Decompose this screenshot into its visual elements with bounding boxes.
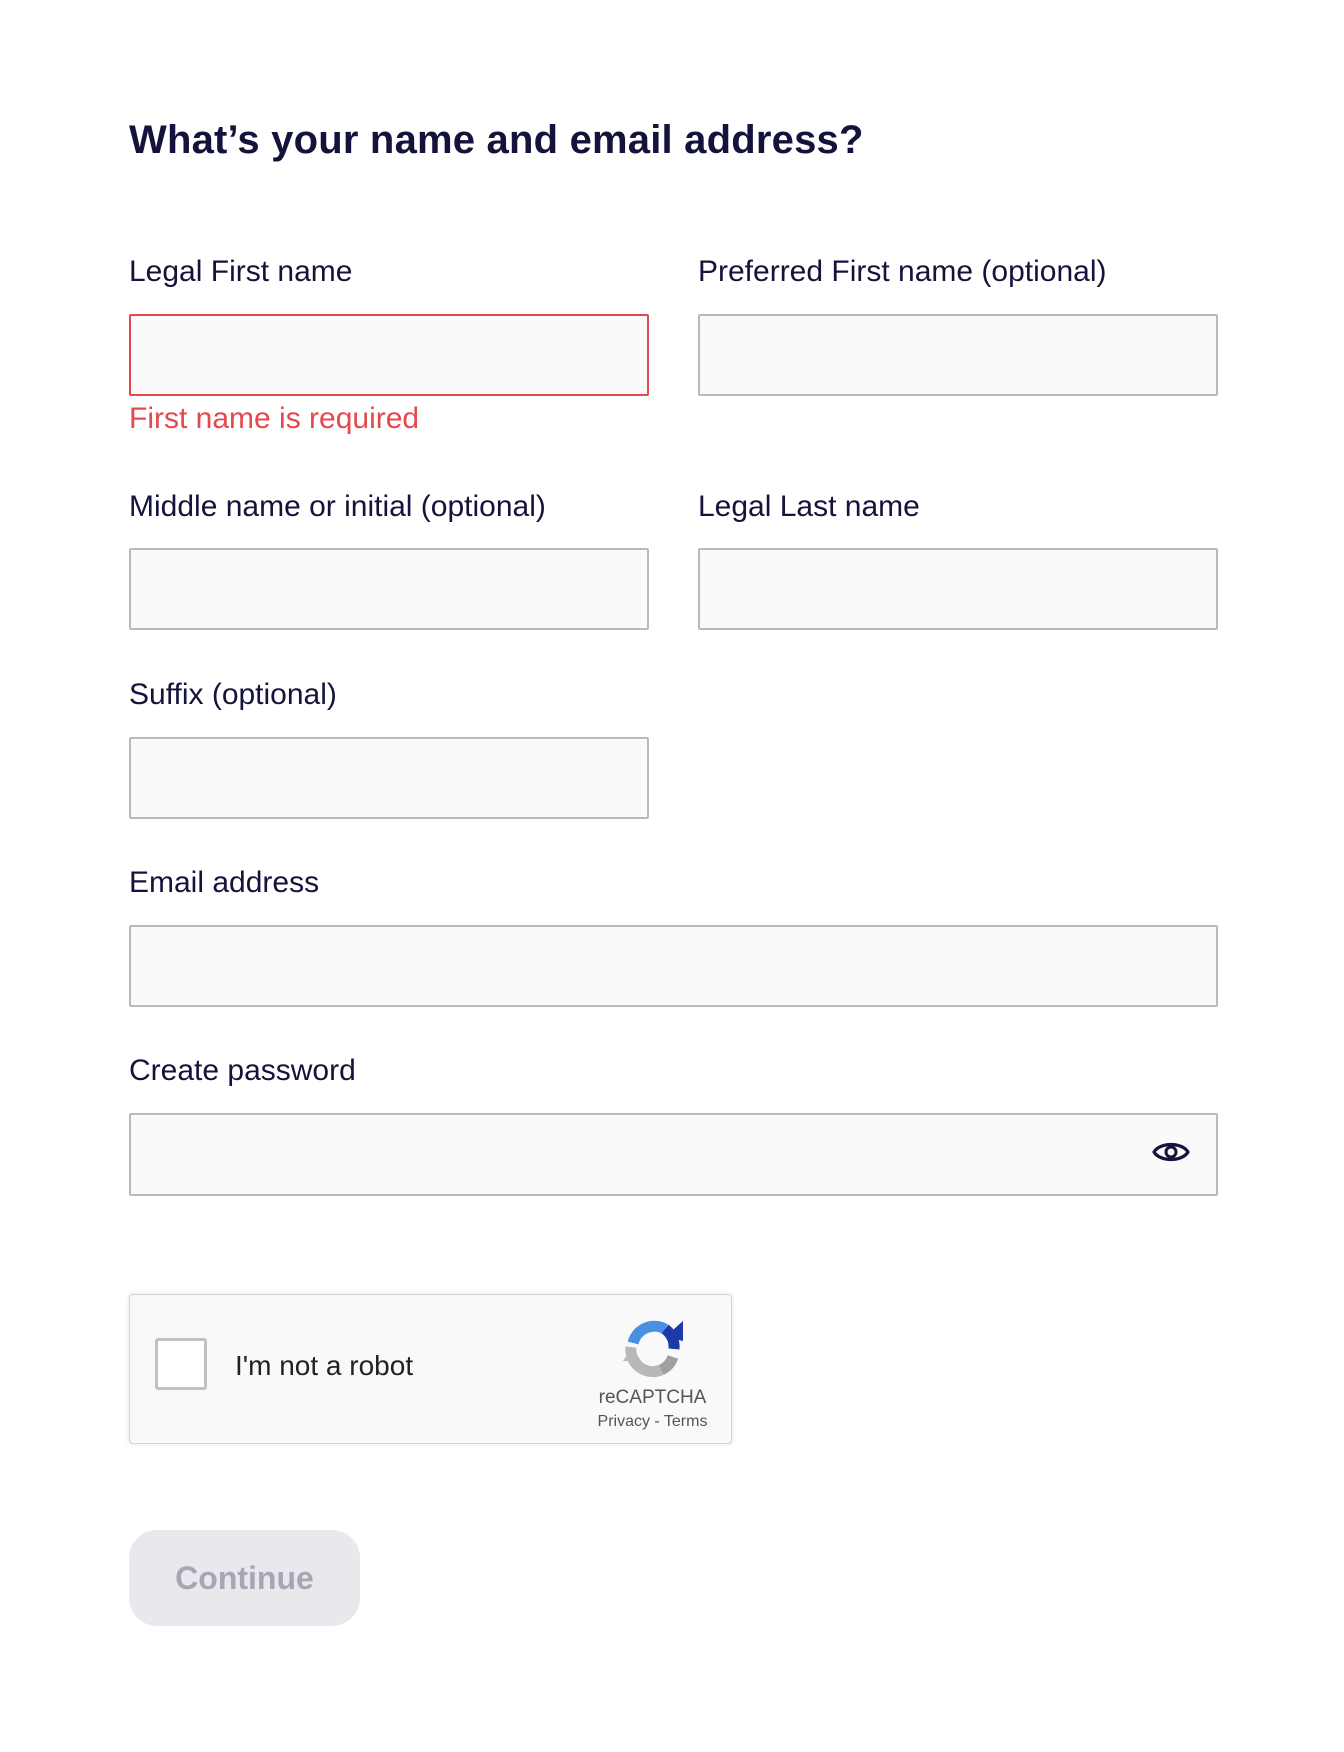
recaptcha-widget: I'm not a robot reCAPTCHA Privacy - Term… (129, 1294, 732, 1444)
email-label: Email address (129, 866, 320, 899)
recaptcha-brand: reCAPTCHA (598, 1387, 707, 1408)
recaptcha-checkbox[interactable] (155, 1338, 207, 1390)
password-input[interactable] (129, 1113, 1218, 1196)
suffix-label: Suffix (optional) (129, 678, 337, 711)
recaptcha-links-separator: - (654, 1413, 660, 1430)
eye-icon (1152, 1142, 1190, 1162)
show-password-button[interactable] (1148, 1134, 1194, 1170)
recaptcha-links: Privacy - Terms (550, 1413, 755, 1431)
middle-name-input[interactable] (129, 548, 649, 630)
legal-last-name-label: Legal Last name (698, 490, 920, 523)
page-title: What’s your name and email address? (129, 118, 864, 162)
legal-last-name-input[interactable] (698, 548, 1218, 630)
preferred-first-name-label: Preferred First name (optional) (698, 255, 1107, 288)
legal-first-name-error: First name is required (129, 402, 420, 435)
recaptcha-logo-icon (623, 1320, 683, 1378)
legal-first-name-label: Legal First name (129, 255, 353, 288)
password-label: Create password (129, 1054, 356, 1087)
suffix-input[interactable] (129, 737, 649, 819)
recaptcha-label: I'm not a robot (235, 1350, 414, 1381)
email-input[interactable] (129, 925, 1218, 1007)
middle-name-label: Middle name or initial (optional) (129, 490, 546, 523)
recaptcha-terms-link[interactable]: Terms (664, 1413, 708, 1430)
legal-first-name-input[interactable] (129, 314, 649, 396)
continue-button[interactable]: Continue (129, 1530, 360, 1626)
preferred-first-name-input[interactable] (698, 314, 1218, 396)
recaptcha-privacy-link[interactable]: Privacy (598, 1413, 650, 1430)
